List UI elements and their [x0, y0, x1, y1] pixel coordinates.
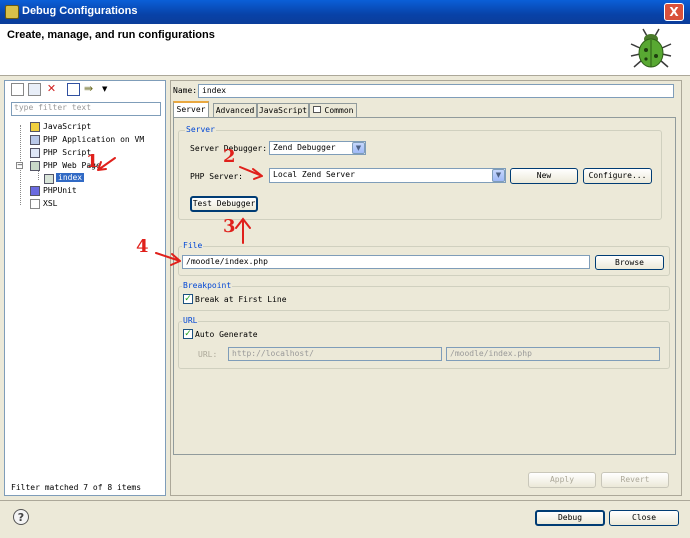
- tab-server[interactable]: Server: [173, 101, 209, 118]
- annotation-3: 3: [223, 216, 236, 237]
- file-group-title: File: [182, 241, 204, 250]
- name-field[interactable]: index: [198, 84, 674, 98]
- php-server-select[interactable]: Local Zend Server: [269, 168, 506, 183]
- common-tab-icon: [313, 106, 321, 113]
- php-vm-icon: [30, 135, 40, 145]
- close-button[interactable]: Close: [609, 510, 679, 526]
- php-server-label: PHP Server:: [190, 172, 243, 181]
- auto-generate-label: Auto Generate: [195, 330, 258, 339]
- app-icon: [5, 5, 19, 19]
- filter-icon[interactable]: ⇛: [84, 83, 97, 96]
- browse-button[interactable]: Browse: [595, 255, 664, 270]
- help-icon[interactable]: ?: [13, 509, 29, 525]
- annotation-1: 1: [86, 151, 99, 172]
- delete-icon[interactable]: ✕: [45, 83, 58, 96]
- php-web-icon: [30, 161, 40, 171]
- filter-status: Filter matched 7 of 8 items: [11, 483, 142, 492]
- footer-divider: [0, 500, 690, 501]
- tree-item-phpunit[interactable]: PHPUnit: [43, 186, 77, 195]
- tree-item-javascript[interactable]: JavaScript: [43, 122, 91, 131]
- new-config-icon[interactable]: [11, 83, 24, 96]
- apply-button[interactable]: Apply: [528, 472, 596, 488]
- annotation-2: 2: [223, 146, 236, 167]
- breakpoint-group-title: Breakpoint: [182, 281, 233, 290]
- tree-guide: [38, 170, 39, 180]
- test-debugger-button[interactable]: Test Debugger: [190, 196, 258, 212]
- configure-server-button[interactable]: Configure...: [583, 168, 652, 184]
- chevron-down-icon[interactable]: ▼: [492, 169, 505, 182]
- duplicate-icon[interactable]: [28, 83, 41, 96]
- phpunit-icon: [30, 186, 40, 196]
- annotation-4: 4: [136, 236, 149, 257]
- chevron-down-icon[interactable]: ▼: [102, 85, 107, 93]
- revert-button[interactable]: Revert: [601, 472, 669, 488]
- tree-item-xsl[interactable]: XSL: [43, 199, 57, 208]
- url-path-field: /moodle/index.php: [446, 347, 660, 361]
- name-label: Name:: [173, 86, 198, 95]
- break-first-line-checkbox[interactable]: ✓: [183, 294, 193, 304]
- tab-javascript[interactable]: JavaScript: [257, 103, 309, 117]
- collapse-all-icon[interactable]: [67, 83, 80, 96]
- url-group-title: URL: [182, 316, 199, 325]
- new-server-button[interactable]: New: [510, 168, 578, 184]
- file-path-field[interactable]: /moodle/index.php: [182, 255, 590, 269]
- bug-icon: [630, 28, 672, 68]
- tree-collapse-toggle[interactable]: −: [16, 162, 23, 169]
- url-base-field: http://localhost/: [228, 347, 442, 361]
- url-label: URL:: [198, 350, 218, 359]
- tab-advanced[interactable]: Advanced: [213, 103, 257, 117]
- file-icon: [44, 174, 54, 184]
- server-group-title: Server: [185, 125, 216, 134]
- xsl-icon: [30, 199, 40, 209]
- javascript-icon: [30, 122, 40, 132]
- php-script-icon: [30, 148, 40, 158]
- debug-button[interactable]: Debug: [535, 510, 605, 526]
- tree-item-php-script[interactable]: PHP Script: [43, 148, 91, 157]
- window-title: Debug Configurations: [22, 5, 138, 17]
- url-group: [178, 321, 670, 369]
- header-title: Create, manage, and run configurations: [7, 29, 215, 41]
- chevron-down-icon[interactable]: ▼: [352, 142, 365, 154]
- tree-item-index[interactable]: index: [56, 173, 85, 182]
- auto-generate-checkbox[interactable]: ✓: [183, 329, 193, 339]
- window-close-button[interactable]: X: [664, 3, 684, 21]
- filter-input[interactable]: type filter text: [11, 102, 161, 116]
- break-first-line-label: Break at First Line: [195, 295, 287, 304]
- tree-item-php-application-on-vm[interactable]: PHP Application on VM: [43, 135, 144, 144]
